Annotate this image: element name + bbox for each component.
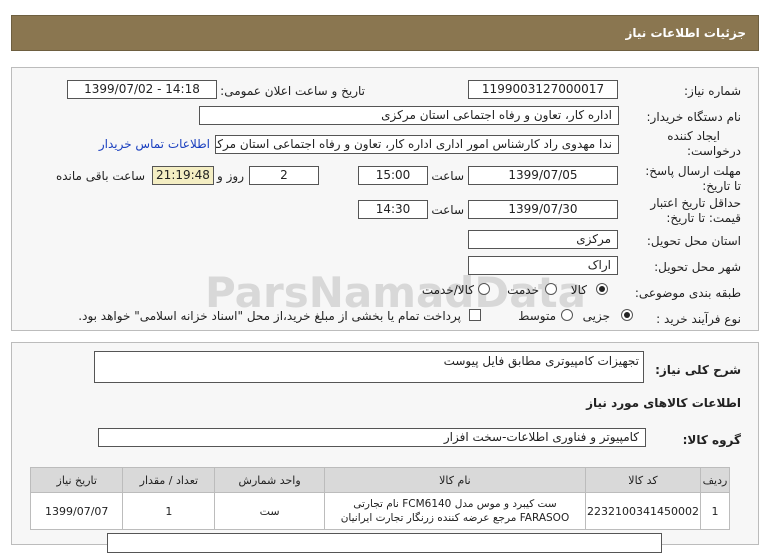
- col-unit: واحد شمارش: [214, 467, 325, 493]
- description-text: تجهیزات کامپیوتری مطابق فایل پیوست: [443, 354, 639, 368]
- process-radio-medium[interactable]: [561, 309, 573, 321]
- category-radio-goods-service[interactable]: [478, 283, 490, 295]
- category-option-goods: کالا: [570, 283, 587, 297]
- col-row: ردیف: [699, 467, 731, 493]
- need-number-label: شماره نیاز:: [684, 84, 741, 98]
- category-radio-service[interactable]: [545, 283, 557, 295]
- contact-buyer-link[interactable]: اطلاعات تماس خریدار: [99, 137, 210, 151]
- page-header: جزئیات اطلاعات نیاز: [11, 15, 759, 51]
- goods-table-header: تاریخ نیاز تعداد / مقدار واحد شمارش نام …: [29, 467, 731, 493]
- validity-date-field: 1399/07/30: [468, 200, 618, 219]
- validity-time-field: 14:30: [358, 200, 428, 219]
- description-field: تجهیزات کامپیوتری مطابق فایل پیوست: [94, 351, 644, 383]
- deadline-label-2: تا تاریخ:: [702, 179, 741, 193]
- process-radio-minor[interactable]: [621, 309, 633, 321]
- city-field: اراک: [468, 256, 618, 275]
- process-label: نوع فرآیند خرید :: [656, 312, 741, 326]
- description-label: شرح کلی نیاز:: [655, 363, 741, 377]
- category-option-goods-service: کالا/خدمت: [421, 283, 474, 297]
- col-item-code: کد کالا: [585, 467, 701, 493]
- deadline-date-field: 1399/07/05: [468, 166, 618, 185]
- days-label: روز و: [217, 169, 244, 183]
- goods-table: تاریخ نیاز تعداد / مقدار واحد شمارش نام …: [29, 467, 731, 530]
- treasury-payment-note: پرداخت تمام یا بخشی از مبلغ خرید،از محل …: [78, 309, 461, 323]
- validity-label-2: قیمت: تا تاریخ:: [666, 211, 741, 225]
- col-quantity: تعداد / مقدار: [122, 467, 216, 493]
- category-option-service: خدمت: [507, 283, 539, 297]
- remaining-time-field: 21:19:48: [152, 166, 214, 185]
- creator-label-1: ایجاد کننده: [667, 129, 720, 143]
- col-item-name: نام کالا: [323, 467, 587, 493]
- cell-item-name: ست کیبرد و موس مدل FCM6140 نام تجارتی FA…: [323, 492, 587, 530]
- deadline-label-1: مهلت ارسال پاسخ:: [645, 164, 741, 178]
- need-number-field: 1199003127000017: [468, 80, 618, 99]
- creator-field: ندا مهدوی راد کارشناس امور اداری اداره ک…: [215, 135, 619, 154]
- days-field: 2: [249, 166, 319, 185]
- goods-group-field: کامپیوتر و فناوری اطلاعات-سخت افزار: [98, 428, 646, 447]
- announce-label: تاریخ و ساعت اعلان عمومی:: [220, 84, 365, 98]
- deadline-time-field: 15:00: [358, 166, 428, 185]
- validity-label-1: حداقل تاریخ اعتبار: [650, 196, 741, 210]
- process-option-minor: جزیی: [582, 309, 610, 323]
- cell-quantity: 1: [122, 492, 216, 530]
- buyer-field: اداره کار، تعاون و رفاه اجتماعی استان مر…: [199, 106, 619, 125]
- cell-unit: ست: [214, 492, 325, 530]
- city-label: شهر محل تحویل:: [654, 260, 741, 274]
- province-field: مرکزی: [468, 230, 618, 249]
- validity-time-label: ساعت: [431, 203, 464, 217]
- remaining-label: ساعت باقی مانده: [55, 169, 145, 183]
- table-row: 1399/07/07 1 ست ست کیبرد و موس مدل FCM61…: [29, 492, 731, 530]
- deadline-time-label: ساعت: [431, 169, 464, 183]
- province-label: استان محل تحویل:: [646, 234, 741, 248]
- announce-field: 1399/07/02 - 14:18: [67, 80, 217, 99]
- category-radio-goods[interactable]: [596, 283, 608, 295]
- treasury-payment-checkbox[interactable]: [469, 309, 481, 321]
- goods-section-title: اطلاعات کالاهای مورد نیاز: [586, 396, 741, 410]
- process-option-medium: متوسط: [518, 309, 556, 323]
- cell-item-code: 2232100341450002: [585, 492, 701, 530]
- category-label: طبقه بندی موضوعی:: [634, 286, 741, 300]
- cell-need-date: 1399/07/07: [29, 492, 124, 530]
- buyer-label: نام دستگاه خریدار:: [646, 110, 742, 124]
- page-title: جزئیات اطلاعات نیاز: [625, 26, 746, 40]
- goods-group-label: گروه کالا:: [682, 433, 741, 447]
- attachments-box: [107, 533, 662, 553]
- col-need-date: تاریخ نیاز: [29, 467, 124, 493]
- cell-row: 1: [699, 492, 731, 530]
- creator-label-2: درخواست:: [687, 144, 741, 158]
